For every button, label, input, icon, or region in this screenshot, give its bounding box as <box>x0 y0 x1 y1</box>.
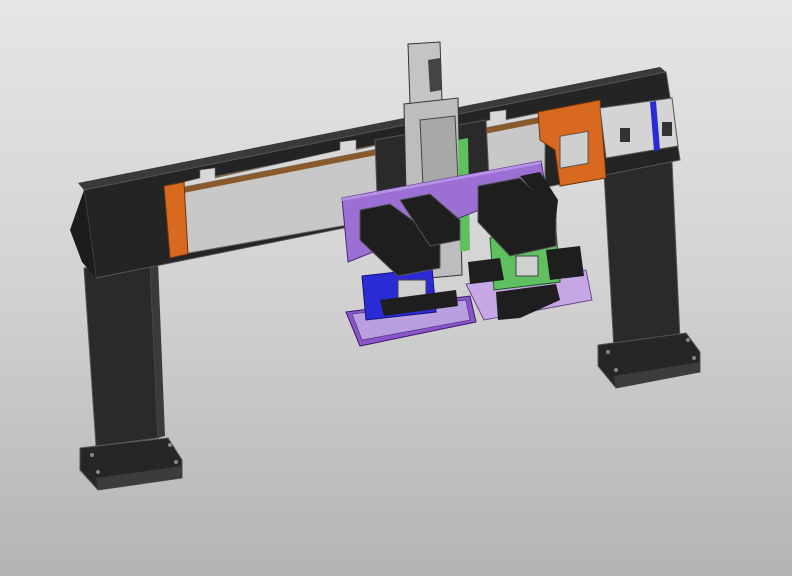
cad-viewport[interactable] <box>0 0 792 576</box>
gantry-model <box>70 41 701 491</box>
right-gripper <box>465 172 593 321</box>
right-pillar <box>597 161 701 389</box>
left-pillar <box>79 261 183 491</box>
